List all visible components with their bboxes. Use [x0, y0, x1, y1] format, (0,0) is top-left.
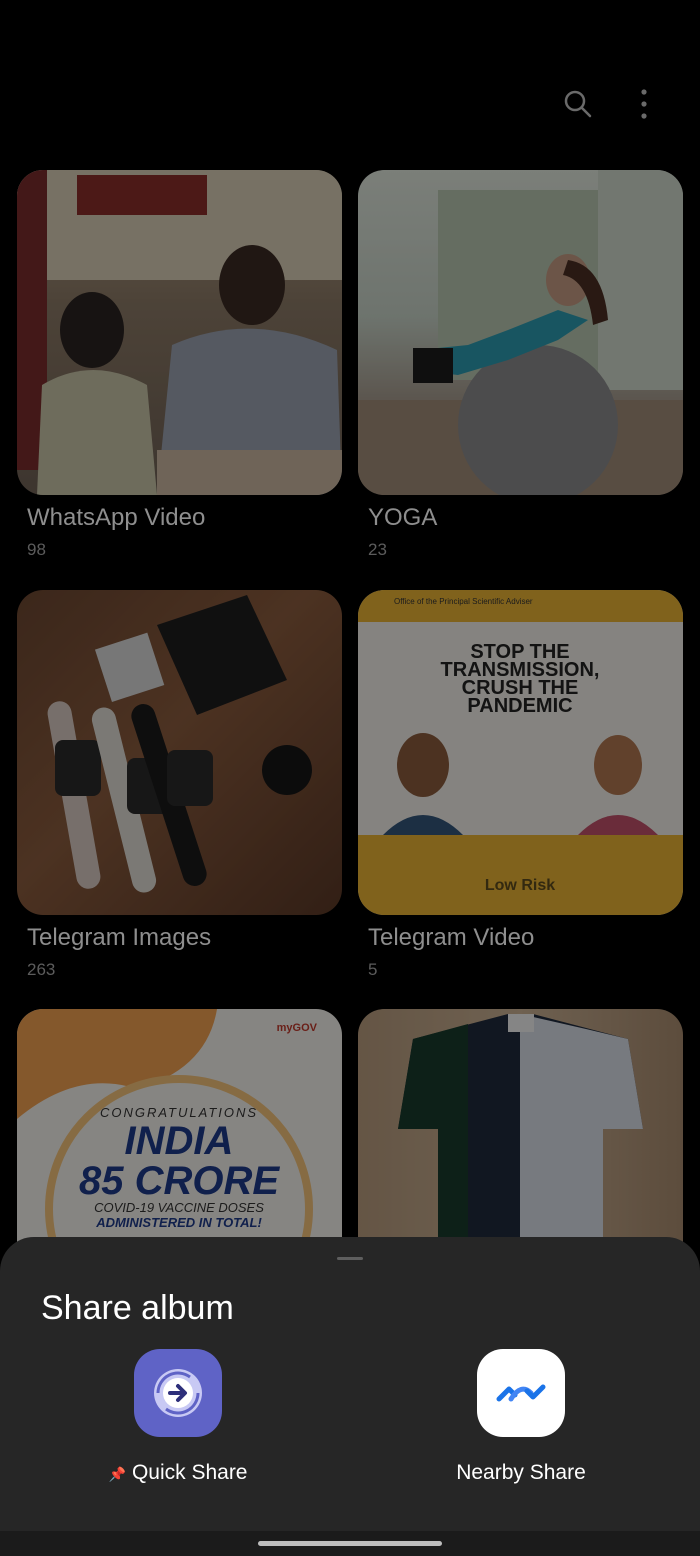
poster-badge: myGOV [277, 1022, 318, 1034]
more-options-button[interactable] [620, 80, 668, 128]
pin-icon: 📌 [108, 1466, 126, 1482]
poster-text: ADMINISTERED IN TOTAL! [95, 1215, 262, 1230]
search-icon [564, 90, 592, 118]
album-name: Telegram Video [368, 924, 535, 951]
more-vert-icon [641, 89, 647, 119]
poster-text: CONGRATULATIONS [100, 1105, 258, 1120]
nearby-share-icon [477, 1349, 565, 1437]
nearby-share-option[interactable]: Nearby Share [401, 1349, 641, 1489]
album-tile-yoga[interactable]: YOGA 23 [358, 170, 683, 559]
nearby-share-label: Nearby Share [456, 1461, 586, 1484]
album-tile-telegram-images[interactable]: Telegram Images 263 [17, 590, 342, 979]
album-count: 23 [368, 540, 387, 559]
quick-share-icon [134, 1349, 222, 1437]
album-thumbnail [358, 170, 683, 495]
album-thumbnail [17, 590, 342, 915]
quick-share-option[interactable]: 📌 Quick Share [58, 1349, 298, 1489]
share-album-sheet: Share album 📌 Quick Share Nearby Share [0, 1237, 700, 1556]
poster-header: Office of the Principal Scientific Advis… [394, 597, 533, 606]
album-tile-whatsapp-video[interactable]: WhatsApp Video 98 [17, 170, 342, 559]
sheet-title: Share album [41, 1289, 234, 1327]
album-thumbnail [17, 170, 342, 495]
album-tile-telegram-video[interactable]: Office of the Principal Scientific Advis… [358, 590, 683, 979]
album-thumbnail: Office of the Principal Scientific Advis… [358, 590, 683, 915]
album-name: Telegram Images [27, 924, 212, 951]
top-app-bar [0, 0, 700, 170]
quick-share-label-text: Quick Share [131, 1461, 248, 1484]
poster-headline: PANDEMIC [467, 695, 572, 717]
poster-footer: Low Risk [485, 877, 555, 894]
quick-share-label: 📌 Quick Share [58, 1461, 298, 1485]
album-name: YOGA [368, 504, 438, 531]
album-count: 263 [27, 960, 56, 979]
album-name: WhatsApp Video [27, 504, 206, 531]
poster-text: 85 CRORE [79, 1159, 280, 1203]
album-count: 98 [27, 540, 46, 559]
album-count: 5 [368, 960, 378, 979]
search-button[interactable] [554, 80, 602, 128]
poster-text: INDIA [125, 1119, 234, 1163]
system-nav-bar [0, 1531, 700, 1556]
sheet-drag-handle[interactable] [337, 1257, 363, 1260]
home-gesture-pill[interactable] [258, 1541, 442, 1546]
poster-text: COVID-19 VACCINE DOSES [94, 1200, 264, 1215]
